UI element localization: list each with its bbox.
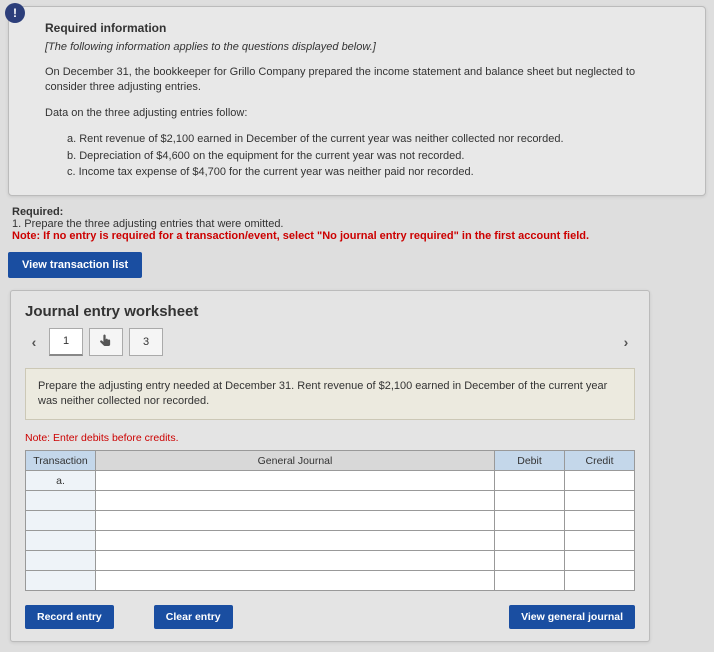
debit-cell[interactable] — [495, 491, 565, 511]
transaction-label — [26, 511, 96, 531]
hand-pointer-icon — [97, 333, 115, 351]
table-row: a. — [26, 471, 635, 491]
col-general-journal: General Journal — [96, 451, 495, 471]
required-information-box: ! Required information [The following in… — [8, 6, 706, 196]
transaction-label: a. — [26, 471, 96, 491]
info-paragraph-2: Data on the three adjusting entries foll… — [45, 106, 677, 121]
account-cell[interactable] — [96, 491, 495, 511]
entry-prompt: Prepare the adjusting entry needed at De… — [25, 368, 635, 421]
credit-cell[interactable] — [565, 491, 635, 511]
required-note: Note: If no entry is required for a tran… — [12, 230, 702, 242]
account-cell[interactable] — [96, 511, 495, 531]
info-item-c: c. Income tax expense of $4,700 for the … — [67, 164, 677, 181]
info-item-a: a. Rent revenue of $2,100 earned in Dece… — [67, 131, 677, 148]
account-cell[interactable] — [96, 531, 495, 551]
required-line-1: 1. Prepare the three adjusting entries t… — [12, 218, 702, 230]
transaction-label — [26, 531, 96, 551]
journal-entry-table: Transaction General Journal Debit Credit… — [25, 450, 635, 591]
col-credit: Credit — [565, 451, 635, 471]
table-row — [26, 571, 635, 591]
credit-cell[interactable] — [565, 511, 635, 531]
transaction-label — [26, 551, 96, 571]
table-row — [26, 531, 635, 551]
worksheet-title: Journal entry worksheet — [25, 303, 635, 320]
credit-cell[interactable] — [565, 471, 635, 491]
transaction-label — [26, 571, 96, 591]
journal-entry-worksheet: Journal entry worksheet ‹ 1 3 › Prepare … — [10, 290, 650, 643]
chevron-left-icon[interactable]: ‹ — [25, 333, 43, 351]
transaction-label — [26, 491, 96, 511]
account-cell[interactable] — [96, 471, 495, 491]
debits-before-credits-note: Note: Enter debits before credits. — [25, 432, 635, 444]
tab-2[interactable] — [89, 328, 123, 356]
info-badge-icon: ! — [5, 3, 25, 23]
worksheet-button-row: Record entry Clear entry View general jo… — [25, 605, 635, 629]
info-title: Required information — [45, 21, 677, 35]
info-list: a. Rent revenue of $2,100 earned in Dece… — [67, 131, 677, 181]
required-heading: Required: — [12, 206, 702, 218]
record-entry-button[interactable]: Record entry — [25, 605, 114, 629]
view-transaction-list-button[interactable]: View transaction list — [8, 252, 142, 278]
credit-cell[interactable] — [565, 531, 635, 551]
info-paragraph-1: On December 31, the bookkeeper for Grill… — [45, 65, 677, 96]
col-transaction: Transaction — [26, 451, 96, 471]
debit-cell[interactable] — [495, 551, 565, 571]
debit-cell[interactable] — [495, 471, 565, 491]
info-subtitle: [The following information applies to th… — [45, 41, 677, 53]
credit-cell[interactable] — [565, 571, 635, 591]
required-section: Required: 1. Prepare the three adjusting… — [12, 206, 702, 242]
table-row — [26, 491, 635, 511]
table-row — [26, 551, 635, 571]
debit-cell[interactable] — [495, 571, 565, 591]
debit-cell[interactable] — [495, 531, 565, 551]
credit-cell[interactable] — [565, 551, 635, 571]
table-row — [26, 511, 635, 531]
tab-1[interactable]: 1 — [49, 328, 83, 356]
info-item-b: b. Depreciation of $4,600 on the equipme… — [67, 148, 677, 165]
view-general-journal-button[interactable]: View general journal — [509, 605, 635, 629]
clear-entry-button[interactable]: Clear entry — [154, 605, 233, 629]
account-cell[interactable] — [96, 571, 495, 591]
chevron-right-icon[interactable]: › — [617, 333, 635, 351]
account-cell[interactable] — [96, 551, 495, 571]
tab-3[interactable]: 3 — [129, 328, 163, 356]
worksheet-tabs: ‹ 1 3 › — [25, 328, 635, 356]
col-debit: Debit — [495, 451, 565, 471]
debit-cell[interactable] — [495, 511, 565, 531]
